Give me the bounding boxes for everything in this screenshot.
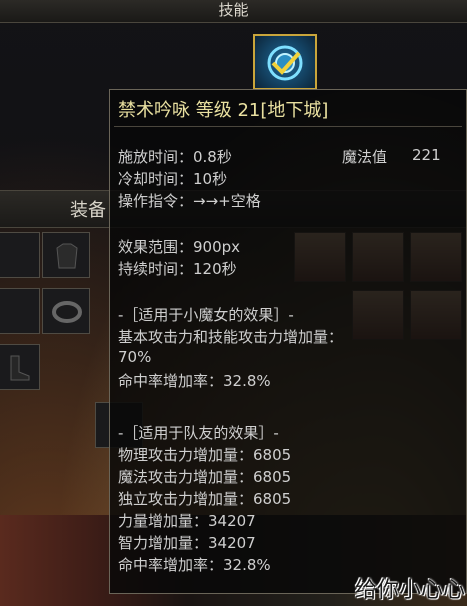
equip-slot-1[interactable] (0, 232, 40, 278)
skill-tooltip-title: 禁术吟咏 等级 21[地下城] (118, 100, 329, 121)
equip-slot-belt[interactable] (42, 288, 90, 334)
self-effect-section: -［适用于小魔女的效果］- (118, 306, 294, 324)
command: 操作指令：→→+空格 (118, 192, 261, 210)
coat-icon (56, 243, 78, 269)
mp-value: 221 (412, 146, 441, 164)
self-attack-increase: 基本攻击力和技能攻击力增加量： (118, 328, 344, 346)
cooldown: 冷却时间：10秒 (118, 170, 228, 188)
cast-time: 施放时间：0.8秒 (118, 148, 232, 166)
magic-circle-icon (267, 45, 303, 81)
boots-icon (10, 355, 30, 381)
party-effect-section: -［适用于队友的效果］- (118, 424, 279, 442)
skill-tooltip: 禁术吟咏 等级 21[地下城] 施放时间：0.8秒 魔法值 221 冷却时间：1… (109, 89, 467, 594)
skill-slot-forbidden-chant[interactable] (253, 34, 317, 90)
equip-slot-boots[interactable] (0, 344, 40, 390)
mp-label: 魔法值 (342, 148, 388, 166)
party-strength: 力量增加量：34207 (118, 512, 256, 530)
self-attack-increase-value: 70% (118, 348, 152, 366)
tooltip-divider (114, 126, 462, 127)
party-physical-attack: 物理攻击力增加量：6805 (118, 446, 292, 464)
equip-slot-2[interactable] (0, 288, 40, 334)
belt-icon (52, 301, 82, 323)
duration: 持续时间：120秒 (118, 260, 237, 278)
effect-range: 效果范围：900px (118, 238, 241, 256)
party-magic-attack: 魔法攻击力增加量：6805 (118, 468, 292, 486)
equipment-label: 装备 (70, 200, 106, 221)
party-intelligence: 智力增加量：34207 (118, 534, 256, 552)
skill-window-title: 技能 (218, 1, 249, 19)
self-hit-rate: 命中率增加率：32.8% (118, 372, 271, 390)
skill-window-header: 技能 (0, 0, 467, 23)
party-hit-rate: 命中率增加率：32.8% (118, 556, 271, 574)
equip-slot-coat[interactable] (42, 232, 90, 278)
watermark-text: 给你小心心 (354, 578, 465, 603)
party-independent-attack: 独立攻击力增加量：6805 (118, 490, 292, 508)
